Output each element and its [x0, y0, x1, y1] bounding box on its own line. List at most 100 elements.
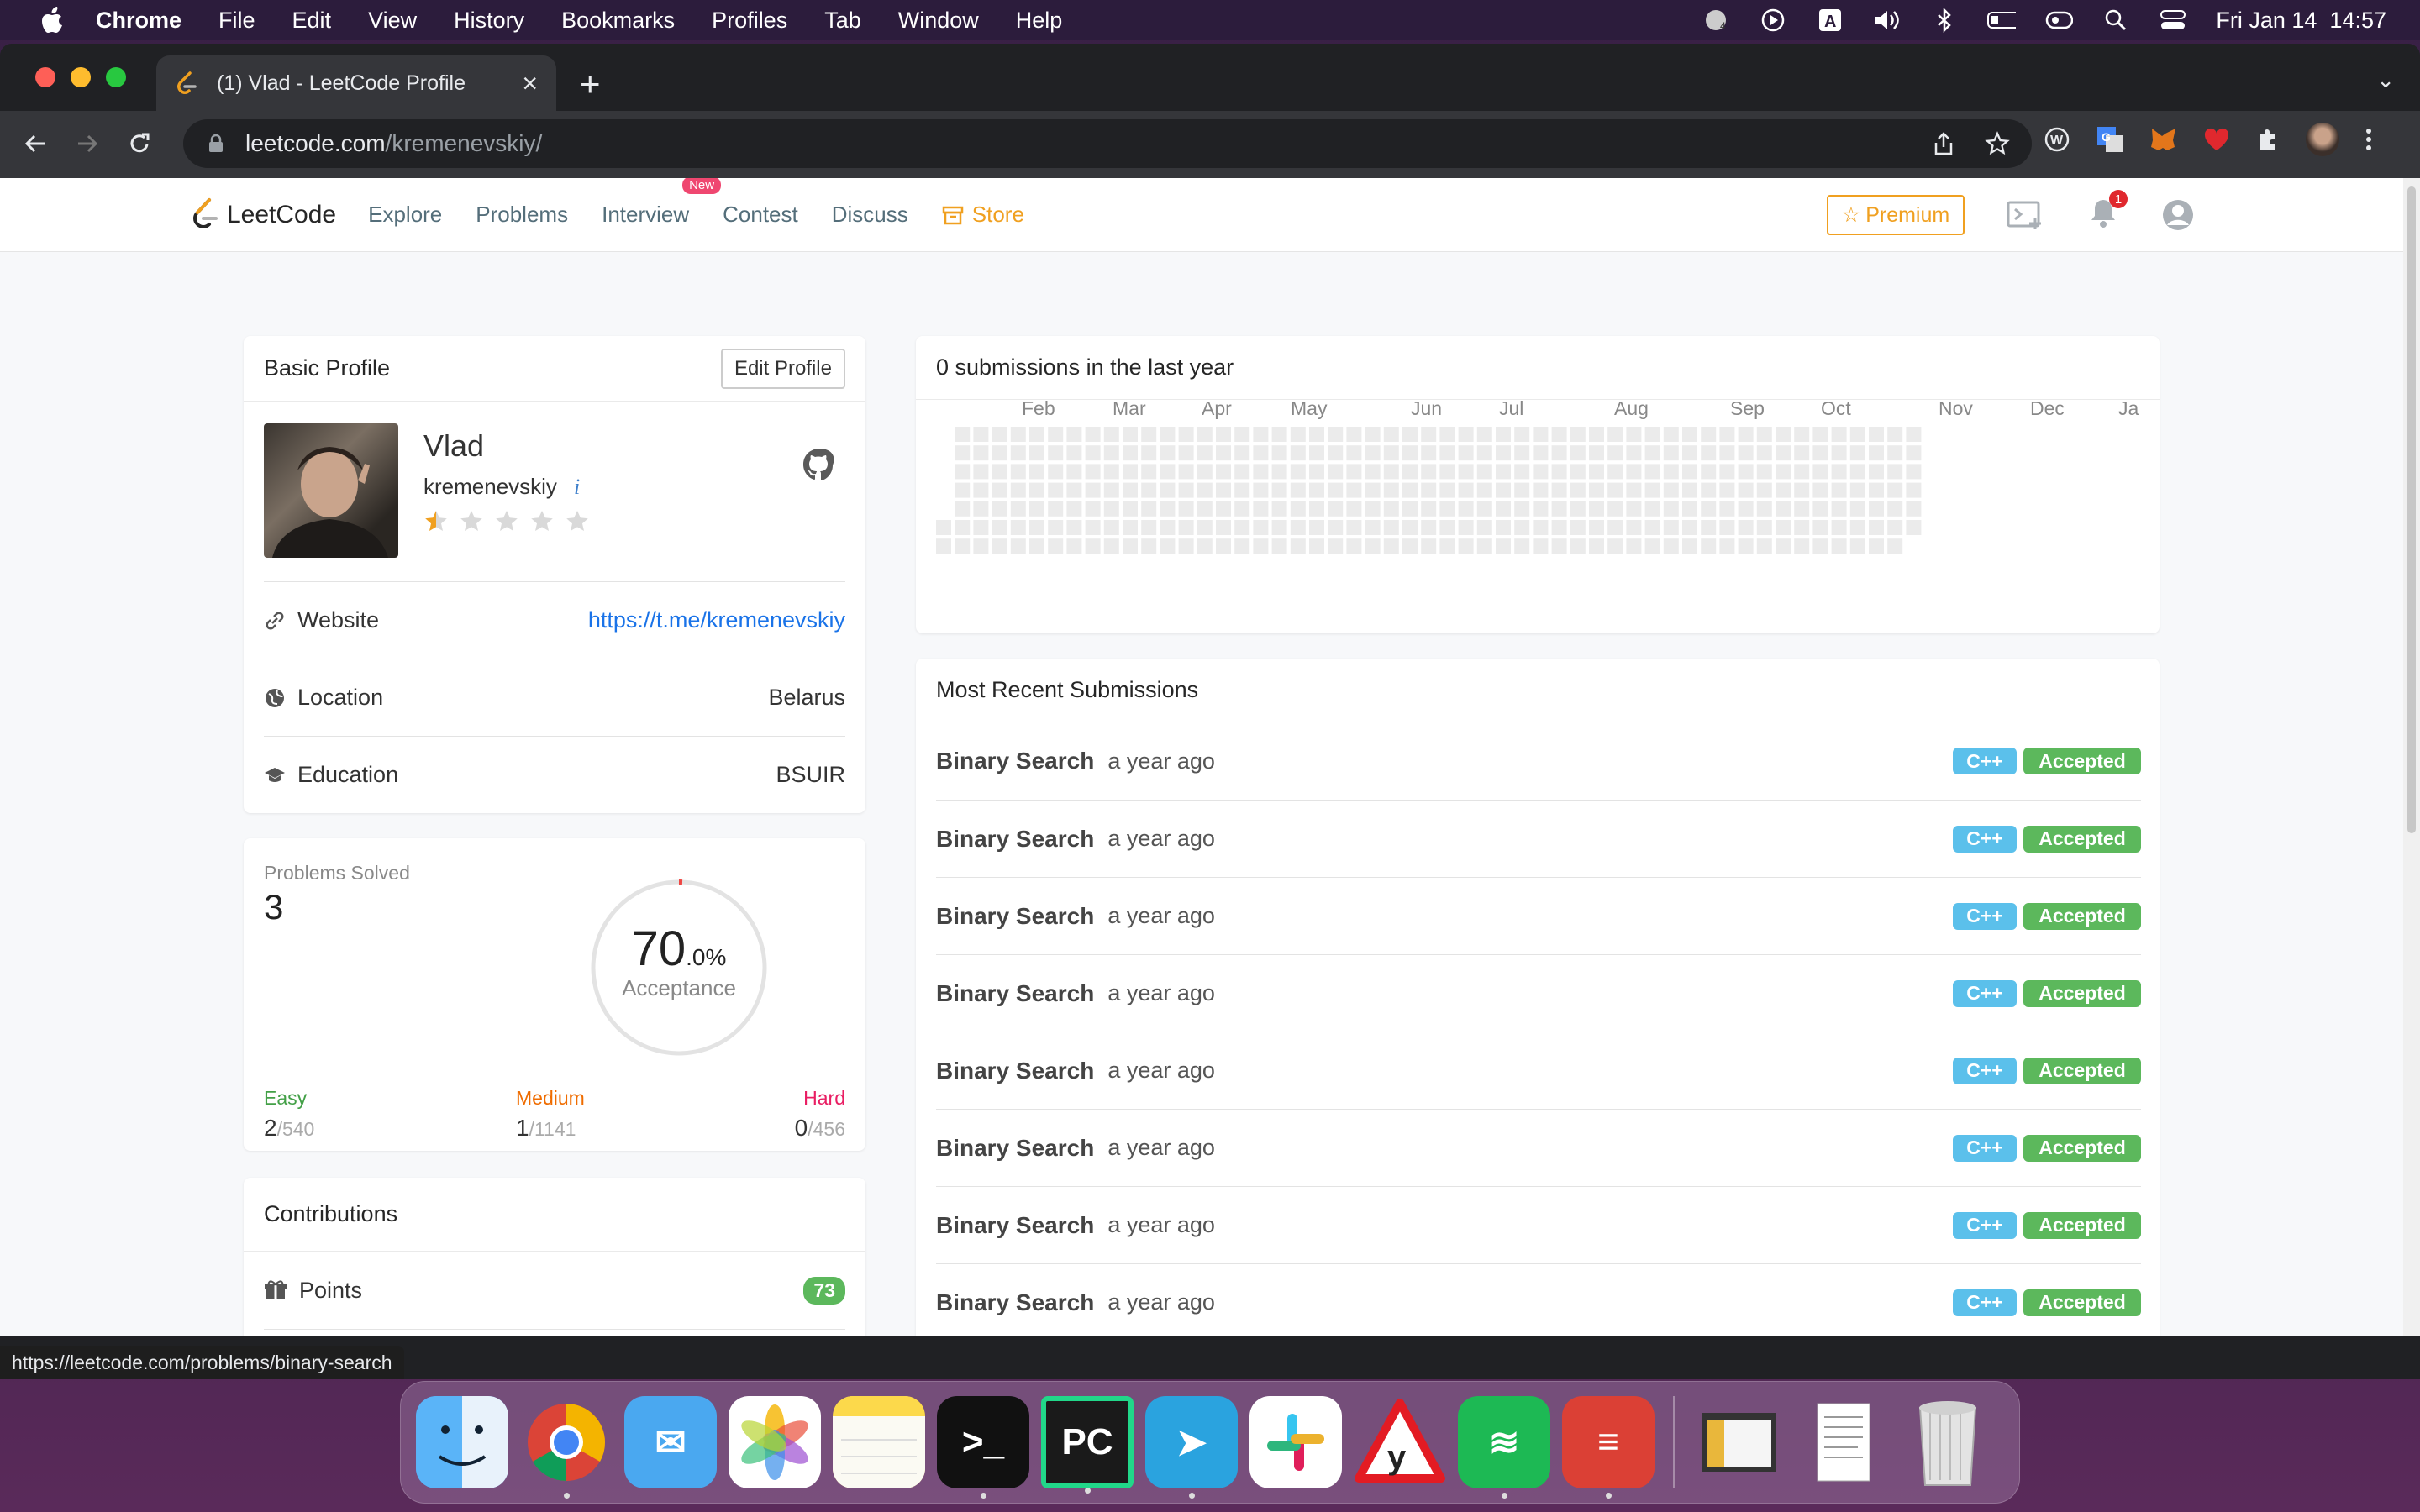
heatmap-day-cell[interactable] — [973, 501, 989, 517]
heatmap-day-cell[interactable] — [1626, 482, 1642, 498]
slack-app-icon[interactable] — [1249, 1396, 1342, 1488]
menu-help[interactable]: Help — [1016, 8, 1063, 34]
heatmap-day-cell[interactable] — [1328, 427, 1344, 442]
heatmap-day-cell[interactable] — [992, 501, 1007, 517]
heatmap-day-cell[interactable] — [1197, 520, 1213, 535]
heatmap-day-cell[interactable] — [1216, 538, 1231, 554]
submission-row[interactable]: Binary Search a year ago C++ Accepted — [936, 1032, 2141, 1109]
heatmap-day-cell[interactable] — [1271, 520, 1287, 535]
heatmap-day-cell[interactable] — [1682, 501, 1697, 517]
heatmap-day-cell[interactable] — [1607, 482, 1623, 498]
heatmap-day-cell[interactable] — [955, 445, 971, 461]
todoist-app-icon[interactable]: ≡ — [1562, 1396, 1655, 1499]
heatmap-day-cell[interactable] — [1496, 520, 1511, 535]
heatmap-day-cell[interactable] — [1906, 445, 1922, 461]
heatmap-day-cell[interactable] — [1626, 520, 1642, 535]
heatmap-day-cell[interactable] — [1644, 445, 1660, 461]
heatmap-day-cell[interactable] — [1123, 445, 1138, 461]
heatmap-day-cell[interactable] — [1290, 538, 1306, 554]
heatmap-day-cell[interactable] — [1010, 520, 1026, 535]
heatmap-day-cell[interactable] — [1476, 445, 1492, 461]
heatmap-day-cell[interactable] — [1328, 445, 1344, 461]
heatmap-day-cell[interactable] — [1309, 464, 1324, 480]
heatmap-day-cell[interactable] — [1776, 501, 1791, 517]
heatmap-day-cell[interactable] — [1738, 520, 1754, 535]
menu-profiles[interactable]: Profiles — [712, 8, 787, 34]
heatmap-day-cell[interactable] — [1103, 520, 1119, 535]
heatmap-day-cell[interactable] — [973, 445, 989, 461]
heatmap-day-cell[interactable] — [1048, 538, 1064, 554]
heatmap-day-cell[interactable] — [1365, 520, 1381, 535]
heatmap-day-cell[interactable] — [1570, 538, 1586, 554]
chrome-app-icon[interactable] — [520, 1396, 613, 1499]
nav-explore[interactable]: Explore — [368, 202, 442, 228]
heatmap-day-cell[interactable] — [1309, 520, 1324, 535]
heatmap-day-cell[interactable] — [1514, 427, 1530, 442]
heatmap-day-cell[interactable] — [1701, 538, 1717, 554]
heatmap-day-cell[interactable] — [1831, 427, 1847, 442]
heatmap-day-cell[interactable] — [1719, 501, 1735, 517]
heatmap-day-cell[interactable] — [1141, 445, 1157, 461]
heatmap-day-cell[interactable] — [1029, 464, 1044, 480]
heatmap-day-cell[interactable] — [1290, 445, 1306, 461]
nav-problems[interactable]: Problems — [476, 202, 568, 228]
heatmap-day-cell[interactable] — [1831, 482, 1847, 498]
heatmap-day-cell[interactable] — [1701, 445, 1717, 461]
heatmap-day-cell[interactable] — [1365, 538, 1381, 554]
heatmap-day-cell[interactable] — [1402, 427, 1418, 442]
heatmap-day-cell[interactable] — [1290, 520, 1306, 535]
heatmap-day-cell[interactable] — [1887, 464, 1903, 480]
menu-window[interactable]: Window — [898, 8, 979, 34]
heatmap-day-cell[interactable] — [1812, 464, 1828, 480]
heatmap-day-cell[interactable] — [1756, 464, 1772, 480]
lock-icon[interactable] — [203, 131, 229, 156]
heatmap-day-cell[interactable] — [1738, 501, 1754, 517]
heatmap-day-cell[interactable] — [1476, 482, 1492, 498]
heatmap-day-cell[interactable] — [1048, 445, 1064, 461]
heatmap-day-cell[interactable] — [1085, 520, 1101, 535]
heatmap-day-cell[interactable] — [1421, 482, 1437, 498]
heatmap-day-cell[interactable] — [1123, 427, 1138, 442]
heatmap-day-cell[interactable] — [955, 520, 971, 535]
heatmap-day-cell[interactable] — [1029, 501, 1044, 517]
heatmap-day-cell[interactable] — [1869, 501, 1884, 517]
tab-search-chevron-icon[interactable]: ⌄ — [2376, 67, 2395, 93]
heatmap-day-cell[interactable] — [1010, 464, 1026, 480]
heatmap-day-cell[interactable] — [1402, 538, 1418, 554]
heatmap-day-cell[interactable] — [1216, 482, 1231, 498]
heatmap-day-cell[interactable] — [1738, 427, 1754, 442]
heatmap-day-cell[interactable] — [955, 538, 971, 554]
heatmap-day-cell[interactable] — [1663, 464, 1679, 480]
heatmap-day-cell[interactable] — [1663, 482, 1679, 498]
heatmap-day-cell[interactable] — [1029, 445, 1044, 461]
heatmap-day-cell[interactable] — [1626, 538, 1642, 554]
new-tab-icon[interactable]: + — [580, 64, 601, 104]
submission-row[interactable]: Binary Search a year ago C++ Accepted — [936, 722, 2141, 800]
heatmap-day-cell[interactable] — [1551, 427, 1567, 442]
premium-button[interactable]: ☆ Premium — [1827, 195, 1965, 235]
reload-icon[interactable] — [123, 127, 156, 160]
heatmap-day-cell[interactable] — [1551, 445, 1567, 461]
heatmap-day-cell[interactable] — [1533, 538, 1549, 554]
heatmap-day-cell[interactable] — [1887, 520, 1903, 535]
heatmap-day-cell[interactable] — [1719, 520, 1735, 535]
heatmap-day-cell[interactable] — [1663, 445, 1679, 461]
heatmap-day-cell[interactable] — [1439, 501, 1455, 517]
pycharm-app-icon[interactable]: PC — [1041, 1396, 1134, 1494]
chrome-menu-kebab-icon[interactable] — [2365, 127, 2373, 152]
heatmap-day-cell[interactable] — [1290, 464, 1306, 480]
heatmap-day-cell[interactable] — [992, 538, 1007, 554]
play-icon[interactable] — [1759, 8, 1787, 33]
heatmap-day-cell[interactable] — [1887, 538, 1903, 554]
heatmap-day-cell[interactable] — [1439, 445, 1455, 461]
heatmap-day-cell[interactable] — [1421, 501, 1437, 517]
heatmap-day-cell[interactable] — [1234, 520, 1250, 535]
heatmap-day-cell[interactable] — [1570, 464, 1586, 480]
heatmap-day-cell[interactable] — [1607, 464, 1623, 480]
scrollbar-thumb[interactable] — [2407, 186, 2416, 833]
leetcode-logo[interactable]: LeetCode — [192, 197, 336, 233]
heatmap-day-cell[interactable] — [1309, 482, 1324, 498]
heatmap-day-cell[interactable] — [1514, 445, 1530, 461]
heatmap-day-cell[interactable] — [992, 427, 1007, 442]
heatmap-day-cell[interactable] — [1346, 482, 1362, 498]
